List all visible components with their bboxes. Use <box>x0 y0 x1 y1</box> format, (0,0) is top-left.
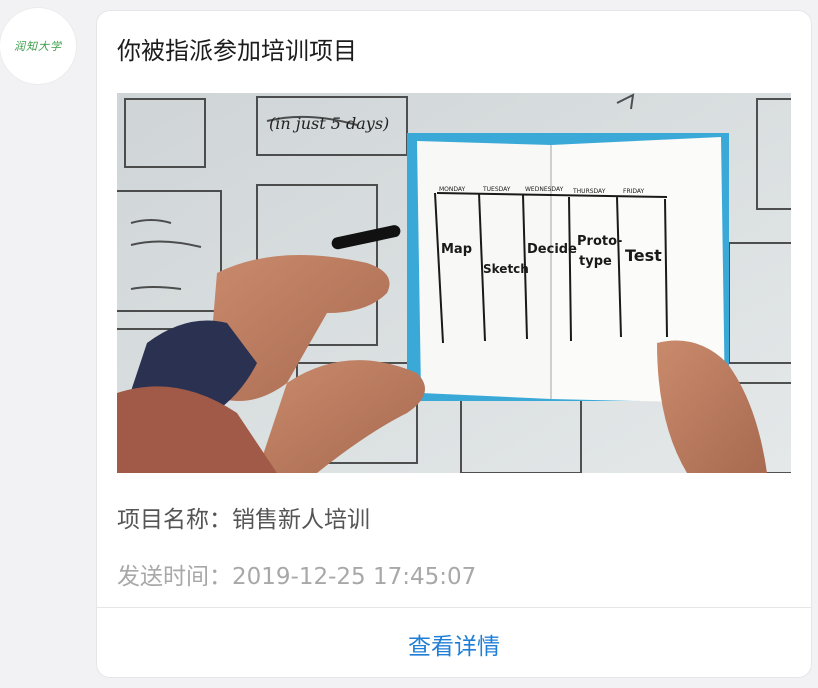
send-time-row: 发送时间：2019-12-25 17:45:07 <box>117 557 476 591</box>
cover-image: (in just 5 days) MONDAY TUESDAY WEDNESDA… <box>117 93 791 473</box>
svg-text:Test: Test <box>625 246 662 265</box>
project-name-value: 销售新人培训 <box>232 507 370 533</box>
message-card[interactable]: 你被指派参加培训项目 (in just 5 days) MONDAY TUESD… <box>96 10 812 678</box>
svg-text:(in just 5 days): (in just 5 days) <box>269 114 389 133</box>
svg-text:Sketch: Sketch <box>483 262 529 276</box>
project-name-row: 项目名称：销售新人培训 <box>117 500 370 534</box>
svg-text:type: type <box>579 254 612 269</box>
avatar-logo-text: 润知大学 <box>14 40 62 53</box>
svg-text:TUESDAY: TUESDAY <box>482 186 511 193</box>
svg-text:Decide: Decide <box>527 242 577 257</box>
project-name-label: 项目名称： <box>117 507 232 533</box>
svg-text:FRIDAY: FRIDAY <box>623 188 645 195</box>
send-time-value: 2019-12-25 17:45:07 <box>232 564 477 590</box>
svg-text:MONDAY: MONDAY <box>439 186 466 193</box>
svg-text:WEDNESDAY: WEDNESDAY <box>525 186 564 193</box>
avatar[interactable]: 润知大学 <box>0 8 76 84</box>
card-title: 你被指派参加培训项目 <box>117 37 357 65</box>
send-time-label: 发送时间： <box>117 564 232 590</box>
svg-text:Proto-: Proto- <box>577 234 622 249</box>
svg-text:Map: Map <box>441 242 472 257</box>
view-details-button[interactable]: 查看详情 <box>97 608 811 677</box>
svg-text:THURSDAY: THURSDAY <box>572 188 606 195</box>
